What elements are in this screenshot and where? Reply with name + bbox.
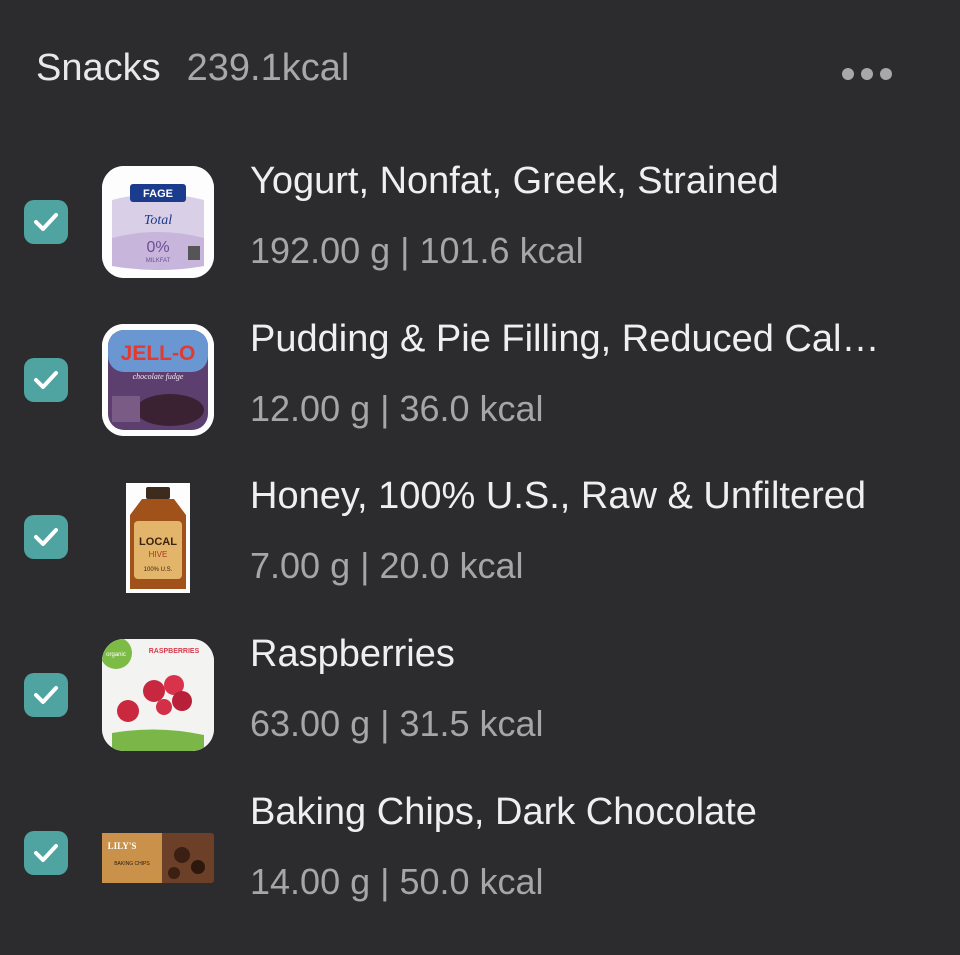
svg-text:chocolate fudge: chocolate fudge [133,372,184,381]
svg-text:MILKFAT: MILKFAT [146,258,171,264]
meal-header: Snacks 239.1kcal [36,40,920,96]
svg-text:HIVE: HIVE [149,550,168,559]
food-item[interactable]: organic RASPBERRIES Raspberries 63.00 g … [0,631,960,771]
svg-text:100% U.S.: 100% U.S. [144,567,173,573]
more-options-icon[interactable] [838,64,896,84]
meal-title: Snacks [36,46,161,89]
checkbox-checked-icon[interactable] [24,831,68,875]
chocolate-chips-bag-image: LILY'S BAKING CHIPS [102,797,214,909]
checkbox-checked-icon[interactable] [24,200,68,244]
food-detail: 192.00 g | 101.6 kcal [250,230,584,271]
food-name: Yogurt, Nonfat, Greek, Strained [250,160,779,202]
svg-text:Total: Total [144,213,172,228]
honey-brand-text: LOCAL [139,536,177,548]
checkbox-checked-icon[interactable] [24,673,68,717]
checkbox-checked-icon[interactable] [24,515,68,559]
meal-total-calories: 239.1kcal [186,46,350,89]
svg-text:organic: organic [106,652,126,658]
pudding-brand-text: JELL-O [121,342,196,365]
food-detail: 14.00 g | 50.0 kcal [250,861,544,902]
food-detail: 12.00 g | 36.0 kcal [250,388,544,429]
food-detail: 7.00 g | 20.0 kcal [250,545,524,586]
honey-bottle-image: LOCAL HIVE 100% U.S. [102,481,214,593]
chips-brand-text: LILY'S [108,841,137,851]
food-item[interactable]: LOCAL HIVE 100% U.S. Honey, 100% U.S., R… [0,473,960,613]
food-item[interactable]: FAGE Total 0% MILKFAT Yogurt, Nonfat, Gr… [0,158,960,298]
svg-text:0%: 0% [146,239,169,256]
food-name: Raspberries [250,633,455,675]
raspberries-brand-text: RASPBERRIES [149,648,200,655]
food-name: Honey, 100% U.S., Raw & Unfiltered [250,475,867,517]
food-name: Baking Chips, Dark Chocolate [250,791,757,833]
food-item[interactable]: LILY'S BAKING CHIPS Baking Chips, Dark C… [0,789,960,929]
food-detail: 63.00 g | 31.5 kcal [250,703,544,744]
checkbox-checked-icon[interactable] [24,358,68,402]
food-item[interactable]: JELL-O chocolate fudge Pudding & Pie Fil… [0,316,960,456]
yogurt-brand-text: FAGE [143,188,173,200]
raspberries-bag-image: organic RASPBERRIES [102,639,214,751]
pudding-box-image: JELL-O chocolate fudge [102,324,214,436]
svg-text:BAKING CHIPS: BAKING CHIPS [114,861,150,867]
yogurt-container-image: FAGE Total 0% MILKFAT [102,166,214,278]
food-name: Pudding & Pie Filling, Reduced Cal… [250,318,880,360]
